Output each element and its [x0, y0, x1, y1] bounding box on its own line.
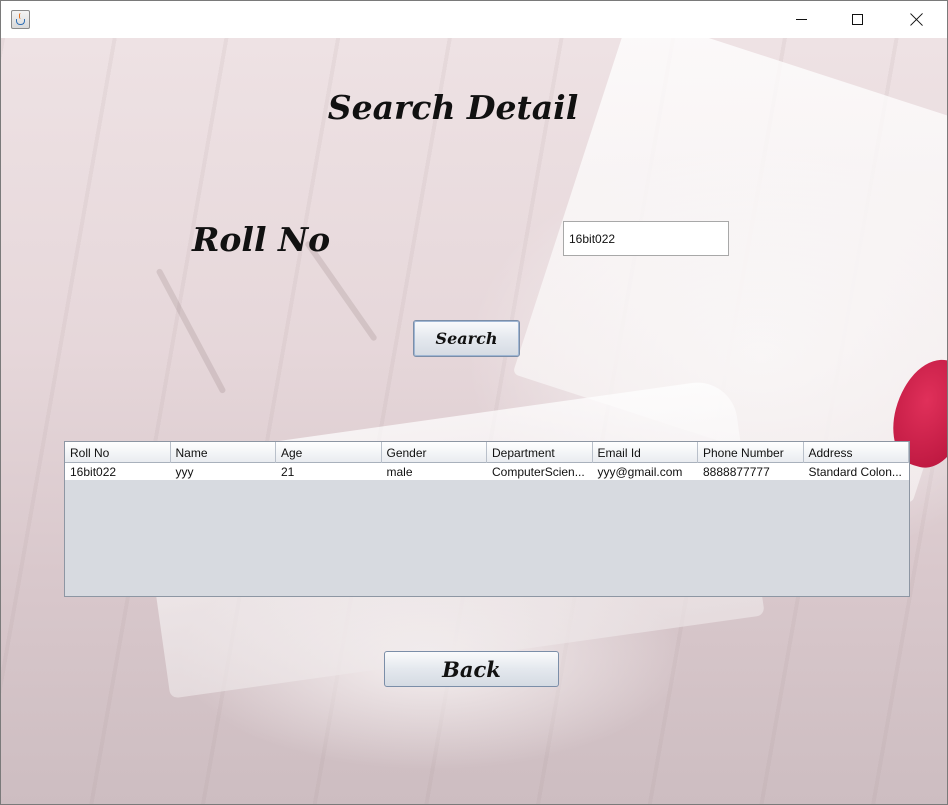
java-cup-icon: [11, 10, 30, 29]
results-table[interactable]: Roll No Name Age Gender Department Email Id Ph…: [64, 441, 910, 597]
table-cell: 8888877777: [703, 464, 770, 479]
column-header[interactable]: Roll No: [65, 442, 171, 463]
column-header[interactable]: Department: [487, 442, 593, 463]
column-header[interactable]: Email Id: [593, 442, 698, 463]
roll-no-label: Roll No: [192, 220, 331, 259]
table-cell: yyy: [175, 464, 194, 479]
table-cell: yyy@gmail.com: [597, 464, 683, 479]
table-header: Roll No Name Age Gender Department Email Id Ph…: [65, 442, 909, 463]
close-button[interactable]: [893, 1, 939, 38]
app-window: Search Detail Roll No Search Roll NoName…: [0, 0, 948, 805]
title-bar: [1, 1, 947, 38]
content-panel: Search Detail Roll No Search Roll NoName…: [1, 38, 947, 804]
table-cell: ComputerScien...: [492, 464, 585, 479]
table-body: 16bit022 yyy 21 male ComputerScien... yyy@gma…: [65, 463, 909, 480]
background-wood-line: [155, 267, 227, 395]
minimize-button[interactable]: [778, 1, 824, 38]
back-button[interactable]: Back: [384, 651, 559, 687]
search-button[interactable]: Search: [413, 320, 520, 357]
table-cell: 16bit022: [70, 464, 117, 479]
table-row[interactable]: 16bit022 yyy 21 male ComputerScien... yyy@gma…: [65, 463, 909, 480]
roll-no-input[interactable]: [563, 221, 729, 256]
maximize-button[interactable]: [834, 1, 880, 38]
column-header[interactable]: Age: [276, 442, 382, 463]
column-header[interactable]: Address: [804, 442, 909, 463]
column-header[interactable]: Gender: [382, 442, 487, 463]
table-cell: 21: [281, 464, 295, 479]
cup-glyph: [16, 19, 25, 25]
table-cell: male: [386, 464, 413, 479]
maximize-icon: [851, 14, 863, 25]
table-cell: Standard Colon...: [808, 464, 902, 479]
minimize-icon: [795, 19, 807, 20]
page-title: Search Detail: [327, 88, 579, 127]
column-header[interactable]: Phone Number: [698, 442, 804, 463]
close-icon: [910, 13, 923, 26]
column-header[interactable]: Name: [171, 442, 276, 463]
